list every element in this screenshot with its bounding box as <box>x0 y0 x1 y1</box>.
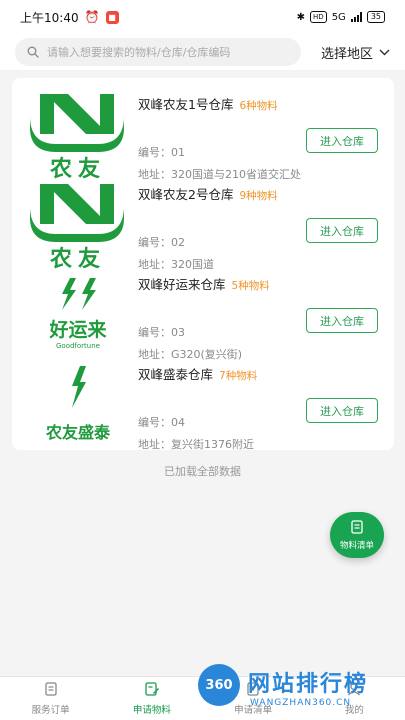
status-time: 上午10:40 <box>20 10 79 25</box>
warehouse-address: 地址：复兴街1376附近 <box>138 438 254 451</box>
alarm-icon: ⏰ <box>84 10 100 24</box>
tab-apply-material[interactable]: 申请物料 <box>101 677 202 720</box>
material-list-fab[interactable]: 物料清单 <box>330 512 384 558</box>
battery-icon: 35 <box>366 11 385 23</box>
app-notification-icon: ■ <box>105 10 119 24</box>
list-icon <box>350 519 364 539</box>
warehouse-name: 双峰好运来仓库 <box>138 277 226 292</box>
nongyou-logo-icon: 农友 <box>26 182 130 272</box>
logo-text: 农友盛泰 <box>45 423 111 442</box>
doc-icon <box>245 681 261 700</box>
logo-text: 农友 <box>49 246 106 270</box>
material-count: 7种物料 <box>219 370 258 382</box>
bluetooth-icon: ✱ <box>296 11 306 23</box>
region-label: 选择地区 <box>320 46 373 62</box>
enter-warehouse-button[interactable]: 进入仓库 <box>306 398 378 423</box>
enter-warehouse-button[interactable]: 进入仓库 <box>306 308 378 333</box>
material-count: 5种物料 <box>231 280 270 292</box>
warehouse-item[interactable]: 农友 双峰农友2号仓库 9种物料 编号：02 地址：320国道 进入仓库 <box>12 180 394 272</box>
search-header: 选择地区 <box>0 34 405 70</box>
order-icon <box>43 681 59 700</box>
warehouse-name: 双峰盛泰仓库 <box>138 367 214 382</box>
warehouse-item[interactable]: 好运来 Goodfortune 双峰好运来仓库 5种物料 编号：03 地址：G3… <box>12 270 394 362</box>
network-type: 5G <box>331 11 346 23</box>
warehouse-code: 编号：02 <box>138 236 185 249</box>
warehouse-name: 双峰农友1号仓库 <box>138 97 234 112</box>
warehouse-code: 编号：04 <box>138 416 185 429</box>
search-icon <box>27 43 39 62</box>
enter-warehouse-button[interactable]: 进入仓库 <box>306 128 378 153</box>
tab-label: 申请清单 <box>234 705 273 716</box>
edit-icon <box>144 681 160 700</box>
fab-label: 物料清单 <box>339 540 374 551</box>
warehouse-list: 农友 双峰农友1号仓库 6种物料 编号：01 地址：320国道与210省道交汇处… <box>12 78 394 452</box>
haoyunlai-logo-icon: 好运来 Goodfortune <box>26 272 130 360</box>
battery-level: 35 <box>370 12 381 21</box>
nongyou-logo-icon: 农友 <box>26 92 130 182</box>
warehouse-name: 双峰农友2号仓库 <box>138 187 234 202</box>
tab-label: 申请物料 <box>132 705 171 716</box>
search-box[interactable] <box>15 38 301 66</box>
status-indicators: ✱ HD 5G 35 <box>297 11 385 23</box>
tab-apply-list[interactable]: 申请清单 <box>203 677 304 720</box>
tab-mine[interactable]: 我的 <box>304 677 405 720</box>
signal-icon <box>350 12 362 22</box>
hd-icon: HD <box>310 11 327 23</box>
material-count: 6种物料 <box>239 100 278 112</box>
bottom-tab-bar: 服务订单 申请物料 申请清单 我的 <box>0 676 405 720</box>
search-input[interactable] <box>47 45 277 59</box>
user-icon <box>346 681 362 700</box>
logo-text: 好运来 <box>48 318 106 341</box>
enter-warehouse-button[interactable]: 进入仓库 <box>306 218 378 243</box>
region-select-button[interactable]: 选择地区 <box>321 43 390 62</box>
logo-subtext: Goodfortune <box>56 342 100 350</box>
warehouse-code: 编号：03 <box>138 326 185 339</box>
warehouse-item[interactable]: 农友盛泰 双峰盛泰仓库 7种物料 编号：04 地址：复兴街1376附近 进入仓库 <box>12 360 394 452</box>
loaded-all-text: 已加载全部数据 <box>164 465 241 478</box>
shengtai-logo-icon: 农友盛泰 <box>26 362 130 450</box>
warehouse-item[interactable]: 农友 双峰农友1号仓库 6种物料 编号：01 地址：320国道与210省道交汇处… <box>12 90 394 182</box>
tab-label: 服务订单 <box>31 705 70 716</box>
logo-text: 农友 <box>49 156 106 180</box>
material-count: 9种物料 <box>239 190 278 202</box>
chevron-down-icon <box>379 45 390 60</box>
tab-service-orders[interactable]: 服务订单 <box>0 677 101 720</box>
tab-label: 我的 <box>344 705 364 716</box>
warehouse-code: 编号：01 <box>138 146 185 159</box>
status-bar: 上午10:40 ⏰ ■ ✱ HD 5G 35 <box>0 0 405 34</box>
